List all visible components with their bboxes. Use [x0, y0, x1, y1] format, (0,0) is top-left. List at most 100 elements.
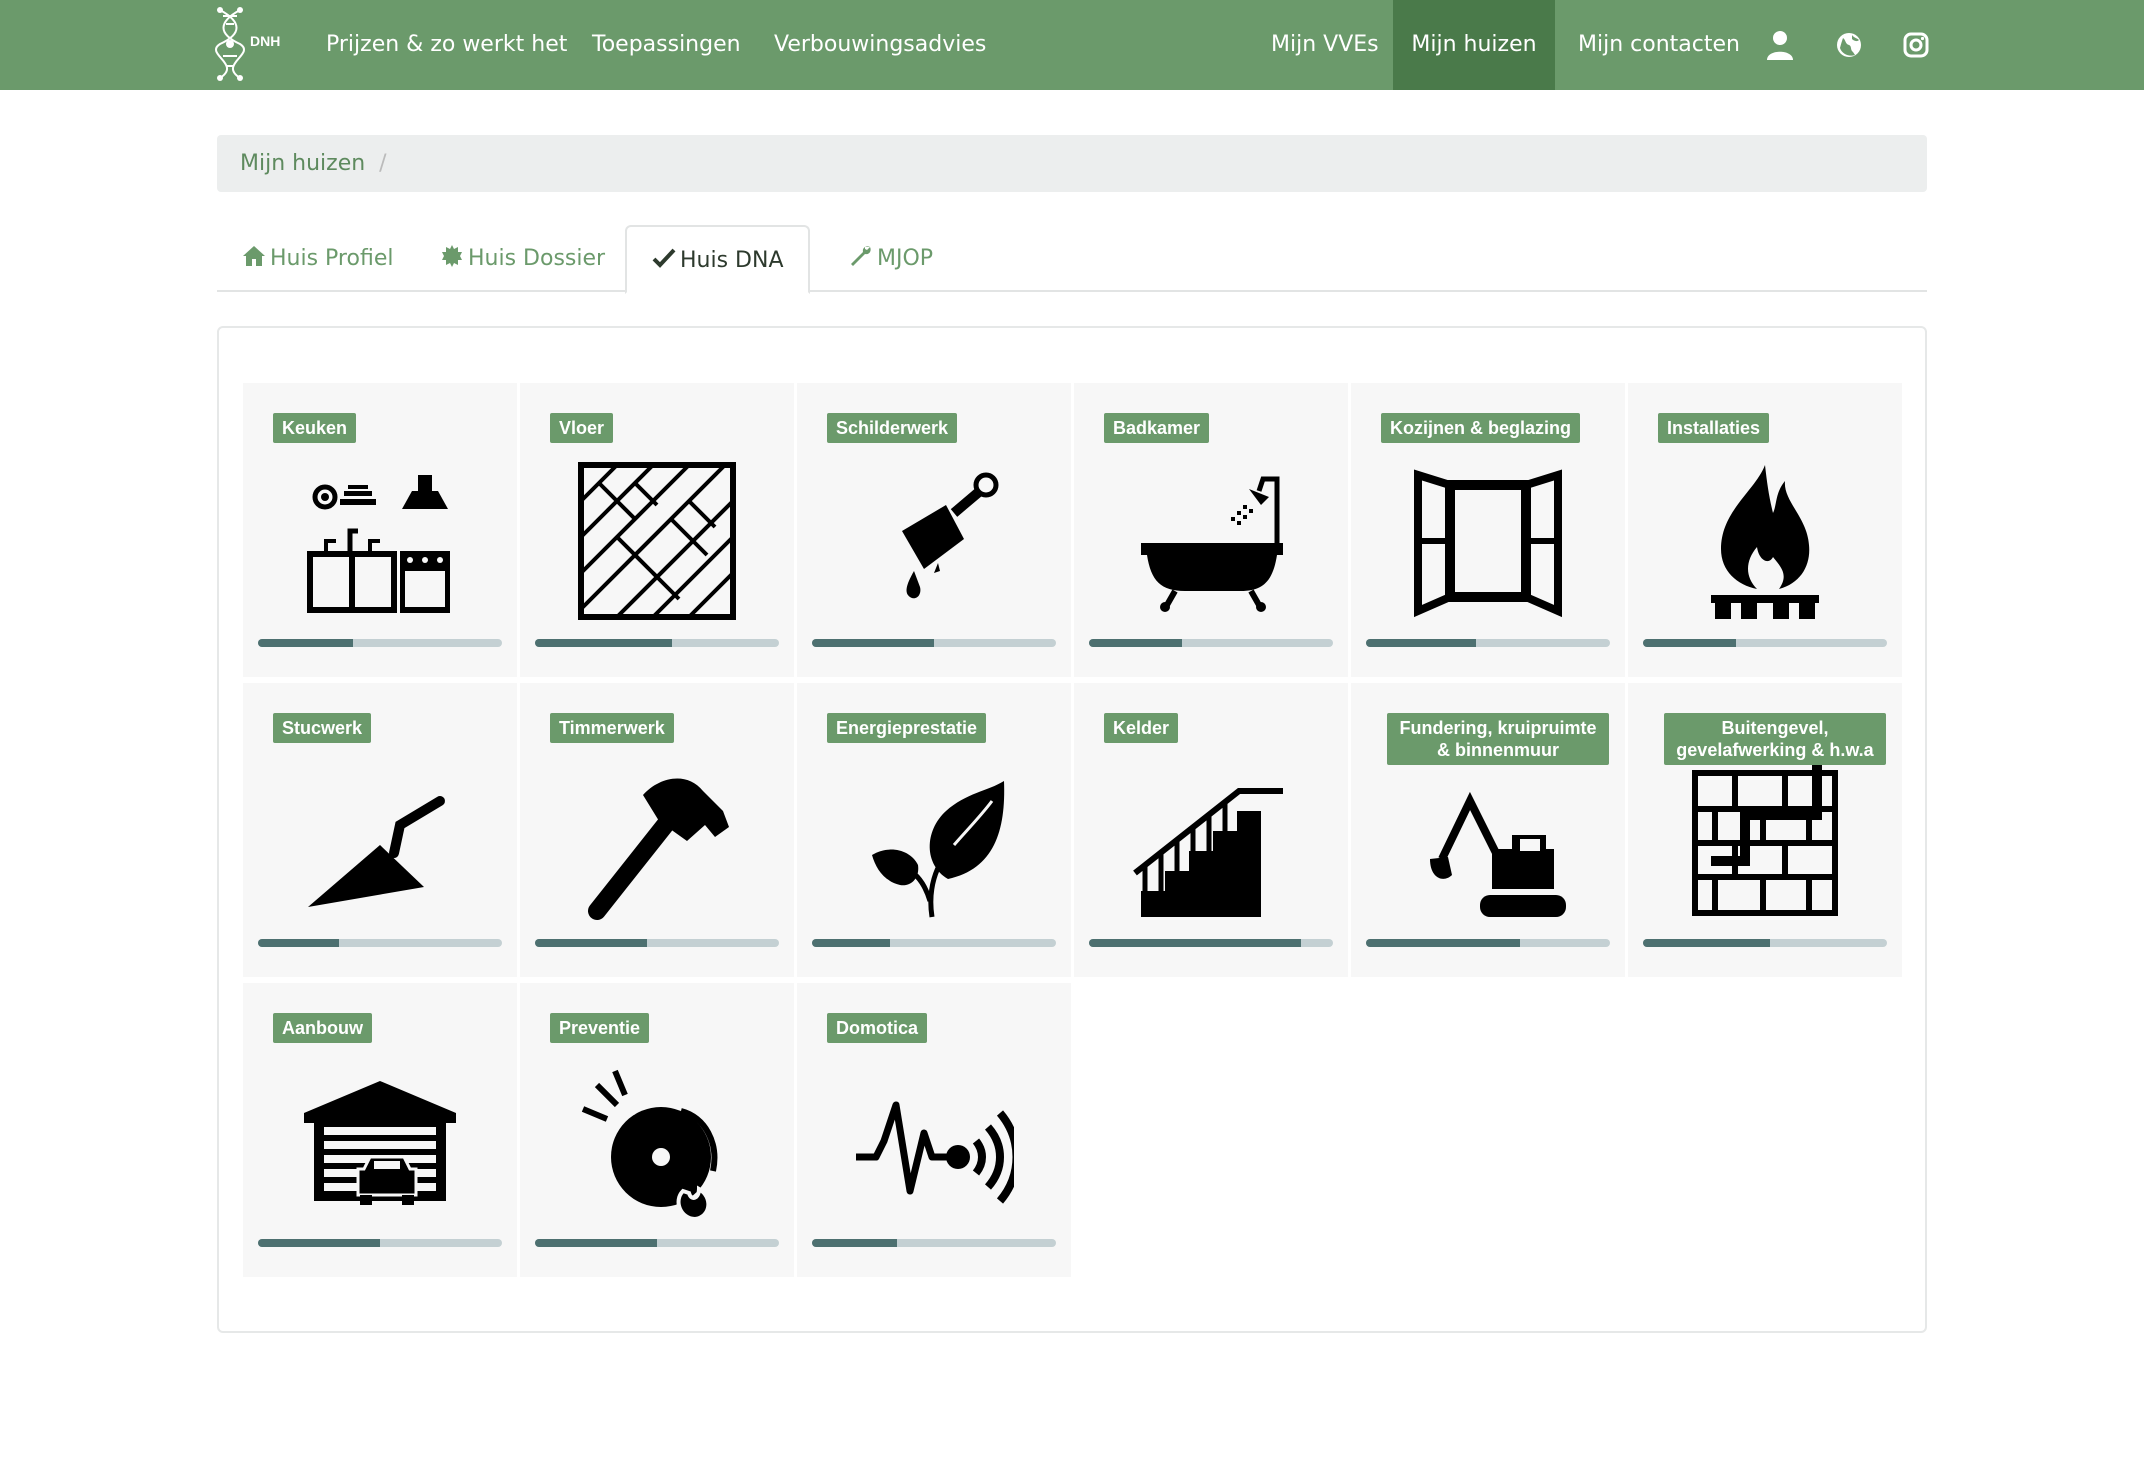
- category-label: Kozijnen & beglazing: [1381, 413, 1581, 443]
- progress-fill: [1089, 939, 1302, 947]
- progress-bar: [535, 639, 779, 647]
- category-tile-aanbouw[interactable]: Aanbouw: [243, 983, 517, 1277]
- excavator-icon: [1430, 791, 1566, 917]
- category-label: Badkamer: [1104, 413, 1210, 443]
- progress-fill: [812, 939, 891, 947]
- category-label: Buitengevel, gevelafwerking & h.w.a: [1664, 713, 1886, 765]
- category-tile-vloer[interactable]: Vloer: [520, 383, 794, 677]
- progress-bar: [1089, 939, 1333, 947]
- progress-fill: [812, 639, 934, 647]
- nav-link-verbouwingsadvies[interactable]: Verbouwingsadvies: [774, 0, 986, 90]
- breadcrumb-item-mijn-huizen[interactable]: Mijn huizen: [240, 151, 365, 176]
- tab-label: Huis Profiel: [270, 246, 394, 271]
- category-label: Keuken: [273, 413, 357, 443]
- category-label: Timmerwerk: [550, 713, 674, 743]
- smoke-alarm-icon: [581, 1069, 718, 1221]
- stairs-icon: [1133, 788, 1283, 917]
- category-tile-timmerwerk[interactable]: Timmerwerk: [520, 683, 794, 977]
- kitchen-icon: [307, 475, 450, 613]
- logo-text: DNH: [250, 33, 280, 49]
- category-label: Aanbouw: [273, 1013, 372, 1043]
- progress-bar: [258, 939, 502, 947]
- nav-link-mijn-huizen[interactable]: Mijn huizen: [1393, 0, 1555, 90]
- category-label: Energieprestatie: [827, 713, 987, 743]
- progress-fill: [258, 939, 339, 947]
- leaf-icon: [872, 781, 1005, 918]
- tab-huis-profiel[interactable]: Huis Profiel: [217, 225, 417, 292]
- category-label: Schilderwerk: [827, 413, 958, 443]
- gas-flame-icon: [1711, 465, 1819, 619]
- garage-icon: [304, 1081, 456, 1205]
- progress-fill: [1643, 639, 1736, 647]
- category-label: Kelder: [1104, 713, 1179, 743]
- nav-link-mijn-vves[interactable]: Mijn VVEs: [1271, 0, 1379, 90]
- category-label: Vloer: [550, 413, 614, 443]
- category-tile-installaties[interactable]: Installaties: [1628, 383, 1902, 677]
- progress-bar: [1366, 939, 1610, 947]
- category-tile-schilderwerk[interactable]: Schilderwerk: [797, 383, 1071, 677]
- progress-bar: [1643, 639, 1887, 647]
- nav-link-toepassingen[interactable]: Toepassingen: [592, 0, 741, 90]
- category-tile-stucwerk[interactable]: Stucwerk: [243, 683, 517, 977]
- certificate-icon: [442, 245, 462, 267]
- huis-dna-panel: Keuken Vloer Schilderwerk Badkamer Kozij…: [217, 326, 1927, 1333]
- category-tile-keuken[interactable]: Keuken: [243, 383, 517, 677]
- tab-label: MJOP: [877, 246, 934, 271]
- floor-icon: [578, 462, 736, 620]
- progress-fill: [258, 1239, 380, 1247]
- breadcrumb-separator: /: [379, 151, 387, 176]
- nav-link-mijn-contacten[interactable]: Mijn contacten: [1578, 0, 1740, 90]
- category-tile-kozijnen[interactable]: Kozijnen & beglazing: [1351, 383, 1625, 677]
- category-label: Installaties: [1658, 413, 1770, 443]
- progress-fill: [535, 639, 672, 647]
- progress-fill: [535, 1239, 657, 1247]
- category-tile-badkamer[interactable]: Badkamer: [1074, 383, 1348, 677]
- user-icon[interactable]: [1762, 27, 1798, 63]
- tab-mjop[interactable]: MJOP: [824, 225, 957, 292]
- check-icon: [652, 248, 676, 268]
- category-tile-fundering[interactable]: Fundering, kruipruimte & binnenmuur: [1351, 683, 1625, 977]
- top-navbar: DNH Prijzen & zo werkt het Toepassingen …: [0, 0, 2144, 90]
- progress-fill: [258, 639, 354, 647]
- progress-bar: [535, 1239, 779, 1247]
- category-tile-preventie[interactable]: Preventie: [520, 983, 794, 1277]
- category-tile-kelder[interactable]: Kelder: [1074, 683, 1348, 977]
- tab-bar: Huis Profiel Huis Dossier Huis DNA MJOP: [217, 225, 1927, 294]
- progress-bar: [258, 639, 502, 647]
- category-label: Fundering, kruipruimte & binnenmuur: [1387, 713, 1609, 765]
- category-label: Domotica: [827, 1013, 928, 1043]
- tab-huis-dossier[interactable]: Huis Dossier: [415, 225, 629, 292]
- breadcrumb: Mijn huizen /: [217, 135, 1927, 192]
- progress-bar: [1643, 939, 1887, 947]
- progress-fill: [1366, 639, 1476, 647]
- progress-fill: [535, 939, 648, 947]
- progress-bar: [535, 939, 779, 947]
- wrench-icon: [851, 246, 871, 266]
- bathtub-icon: [1141, 476, 1283, 612]
- hammer-icon: [588, 778, 729, 920]
- trowel-icon: [308, 796, 445, 907]
- nav-link-prijzen[interactable]: Prijzen & zo werkt het: [326, 0, 567, 90]
- progress-bar: [812, 939, 1056, 947]
- brick-wall-icon: [1692, 765, 1838, 916]
- category-label: Stucwerk: [273, 713, 372, 743]
- tab-huis-dna[interactable]: Huis DNA: [625, 225, 810, 294]
- category-tile-energieprestatie[interactable]: Energieprestatie: [797, 683, 1071, 977]
- progress-bar: [812, 639, 1056, 647]
- progress-bar: [812, 1239, 1056, 1247]
- progress-bar: [1366, 639, 1610, 647]
- category-tile-domotica[interactable]: Domotica: [797, 983, 1071, 1277]
- progress-bar: [258, 1239, 502, 1247]
- progress-fill: [1366, 939, 1520, 947]
- globe-icon[interactable]: [1831, 27, 1867, 63]
- category-tile-buitengevel[interactable]: Buitengevel, gevelafwerking & h.w.a: [1628, 683, 1902, 977]
- tab-label: Huis Dossier: [468, 246, 606, 271]
- progress-fill: [1089, 639, 1182, 647]
- dnh-logo[interactable]: DNH: [212, 4, 292, 84]
- progress-fill: [812, 1239, 898, 1247]
- progress-bar: [1089, 639, 1333, 647]
- sensor-icon: [856, 1101, 1014, 1204]
- home-icon: [243, 246, 265, 266]
- paintbrush-icon: [902, 472, 999, 599]
- instagram-icon[interactable]: [1898, 27, 1934, 63]
